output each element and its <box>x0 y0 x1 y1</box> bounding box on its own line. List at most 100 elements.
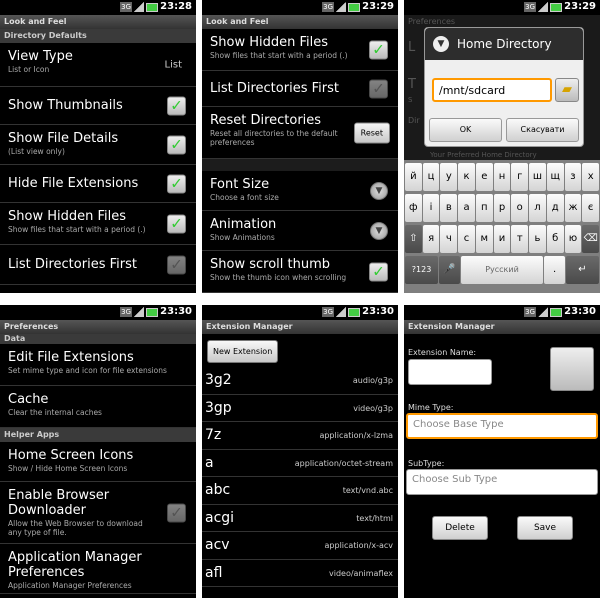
list-item[interactable]: 7z application/x-lzma <box>202 422 398 450</box>
microphone-icon[interactable]: 🎤 <box>439 256 460 284</box>
mime-type-select[interactable]: Choose Base Type <box>406 413 598 439</box>
cancel-button[interactable]: Скасувати <box>506 118 579 142</box>
delete-button[interactable]: Delete <box>432 516 488 540</box>
key[interactable]: о <box>511 194 529 222</box>
pref-title: List Directories First <box>210 81 339 96</box>
list-item[interactable]: 3g2 audio/g3p <box>202 367 398 395</box>
pref-title: Edit File Extensions <box>8 350 134 365</box>
ok-button[interactable]: OK <box>429 118 502 142</box>
checkbox-checked-icon[interactable]: ✓ <box>369 262 388 281</box>
list-item[interactable]: acgi text/html <box>202 505 398 532</box>
save-button[interactable]: Save <box>517 516 573 540</box>
key[interactable]: ф <box>404 194 422 222</box>
key[interactable]: с <box>458 225 475 253</box>
signal-icon <box>336 307 346 317</box>
pref-show-hidden-files[interactable]: Show Hidden Files Show files that start … <box>202 29 398 71</box>
extension-name-input[interactable] <box>408 359 492 385</box>
checkbox-checked-icon[interactable]: ✓ <box>369 40 388 59</box>
key[interactable]: в <box>440 194 458 222</box>
checkbox-checked-icon[interactable]: ✓ <box>167 174 186 193</box>
key[interactable]: я <box>422 225 440 253</box>
checkbox-checked-icon[interactable]: ✓ <box>167 135 186 154</box>
pref-font-size[interactable]: Font Size Choose a font size ▼ <box>202 171 398 211</box>
key[interactable]: і <box>422 194 440 222</box>
key[interactable]: ю <box>564 225 582 253</box>
key[interactable]: з <box>564 163 582 191</box>
key[interactable]: п <box>475 194 493 222</box>
pref-enable-browser-downloader[interactable]: Enable Browser Downloader Allow the Web … <box>0 482 196 544</box>
panel-preferences: 3G 23:30 Preferences Data Edit File Exte… <box>0 305 196 598</box>
key[interactable]: ш <box>529 163 546 191</box>
checkbox-disabled-icon[interactable]: ✓ <box>369 79 388 98</box>
list-item[interactable]: 3gp video/g3p <box>202 395 398 422</box>
folder-icon[interactable]: ▰ <box>555 78 579 102</box>
pref-show-hidden-files[interactable]: Show Hidden Files Show files that start … <box>0 203 196 245</box>
key[interactable]: ж <box>564 194 582 222</box>
dialog-title: Home Directory <box>457 37 552 51</box>
backspace-key-icon[interactable]: ⌫ <box>582 225 600 253</box>
pref-edit-file-extensions[interactable]: Edit File Extensions Set mime type and i… <box>0 344 196 386</box>
checkbox-disabled-icon[interactable]: ✓ <box>167 503 186 522</box>
checkbox-checked-icon[interactable]: ✓ <box>167 96 186 115</box>
key[interactable]: г <box>511 163 529 191</box>
home-directory-input[interactable]: /mnt/sdcard <box>432 78 552 102</box>
checkbox-checked-icon[interactable]: ✓ <box>167 214 186 233</box>
extension-icon-button[interactable] <box>550 347 594 391</box>
key[interactable]: х <box>582 163 600 191</box>
key[interactable]: е <box>475 163 493 191</box>
key[interactable]: к <box>458 163 475 191</box>
pref-show-thumbnails[interactable]: Show Thumbnails ✓ <box>0 87 196 125</box>
reset-button[interactable]: Reset <box>353 122 390 143</box>
space-key[interactable]: Русский <box>460 256 544 284</box>
key[interactable]: щ <box>546 163 564 191</box>
key[interactable]: у <box>440 163 458 191</box>
pref-summary: Clear the internal caches <box>8 408 102 417</box>
pref-show-file-details[interactable]: Show File Details (List view only) ✓ <box>0 125 196 165</box>
key[interactable]: м <box>475 225 493 253</box>
pref-view-type[interactable]: View Type List or Icon List <box>0 43 196 87</box>
extension-name: abc <box>205 482 231 498</box>
shift-key-icon[interactable]: ⇧ <box>404 225 422 253</box>
pref-home-screen-icons[interactable]: Home Screen Icons Show / Hide Home Scree… <box>0 442 196 482</box>
key[interactable]: р <box>493 194 511 222</box>
signal-icon <box>538 2 548 12</box>
pref-reset-directories[interactable]: Reset Directories Reset all directories … <box>202 107 398 159</box>
key[interactable]: н <box>493 163 511 191</box>
subtype-select[interactable]: Choose Sub Type <box>406 469 598 495</box>
key[interactable]: й <box>404 163 422 191</box>
pref-title: Application Manager Preferences <box>8 550 142 580</box>
pref-animation[interactable]: Animation Show Animations ▼ <box>202 211 398 251</box>
key[interactable]: ц <box>422 163 440 191</box>
pref-application-manager[interactable]: Application Manager Preferences Applicat… <box>0 544 196 594</box>
key[interactable]: є <box>582 194 600 222</box>
pref-list-directories-first[interactable]: List Directories First ✓ <box>202 71 398 107</box>
key[interactable]: . <box>544 256 565 284</box>
checkbox-disabled-icon[interactable]: ✓ <box>167 255 186 274</box>
subtype-label: SubType: <box>408 459 445 468</box>
key[interactable]: т <box>511 225 529 253</box>
key[interactable]: ь <box>529 225 546 253</box>
pref-list-directories-first[interactable]: List Directories First ✓ <box>0 245 196 285</box>
key[interactable]: б <box>546 225 564 253</box>
key[interactable]: л <box>529 194 546 222</box>
enter-key-icon[interactable]: ↵ <box>565 256 600 284</box>
key[interactable]: д <box>546 194 564 222</box>
chevron-down-icon[interactable]: ▼ <box>370 221 388 240</box>
pref-show-scroll-thumb[interactable]: Show scroll thumb Show the thumb icon wh… <box>202 251 398 293</box>
pref-value: List <box>164 59 182 70</box>
symbols-key[interactable]: ?123 <box>405 256 439 284</box>
new-extension-button[interactable]: New Extension <box>207 340 279 363</box>
list-item[interactable]: acv application/x-acv <box>202 532 398 560</box>
list-item[interactable]: abc text/vnd.abc <box>202 477 398 505</box>
extension-name: afl <box>205 564 223 581</box>
list-item[interactable]: a application/octet-stream <box>202 450 398 477</box>
list-item[interactable]: afl video/animaflex <box>202 560 398 587</box>
key[interactable]: и <box>493 225 511 253</box>
chevron-down-icon[interactable]: ▼ <box>370 181 388 200</box>
key[interactable]: ч <box>440 225 458 253</box>
pref-cache[interactable]: Cache Clear the internal caches <box>0 386 196 428</box>
clock: 23:30 <box>362 306 394 317</box>
section-data: Data <box>0 334 196 344</box>
pref-hide-file-extensions[interactable]: Hide File Extensions ✓ <box>0 165 196 203</box>
key[interactable]: а <box>458 194 475 222</box>
